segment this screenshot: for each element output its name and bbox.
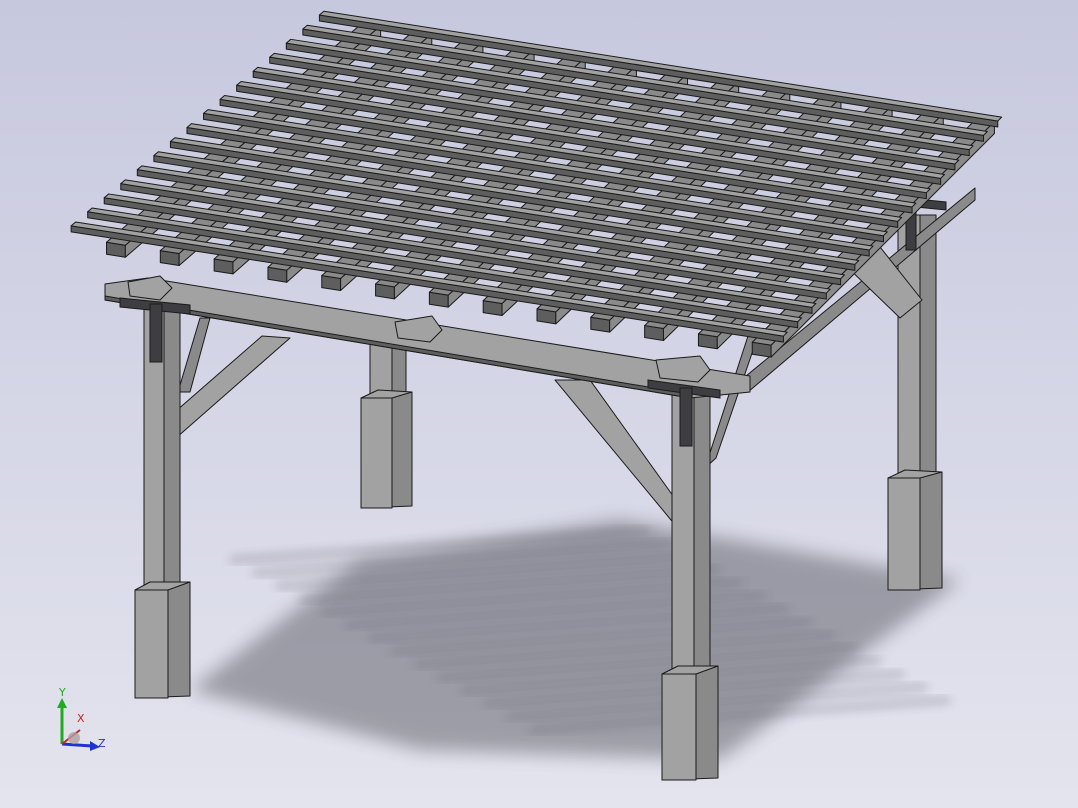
steel-bracket: [149, 303, 163, 363]
pergola-model[interactable]: [0, 0, 1078, 808]
triad-z-axis: [61, 742, 93, 748]
triad-x-label: X: [77, 712, 85, 725]
triad-z-label: Z: [98, 737, 106, 750]
triad-y-label: Y: [59, 686, 66, 699]
triad-origin: [68, 732, 80, 744]
coordinate-triad: Y X Z: [50, 686, 120, 756]
graphics-viewport[interactable]: Y X Z: [0, 0, 1078, 808]
triad-y-arrow: [57, 698, 67, 708]
steel-bracket: [679, 387, 693, 447]
